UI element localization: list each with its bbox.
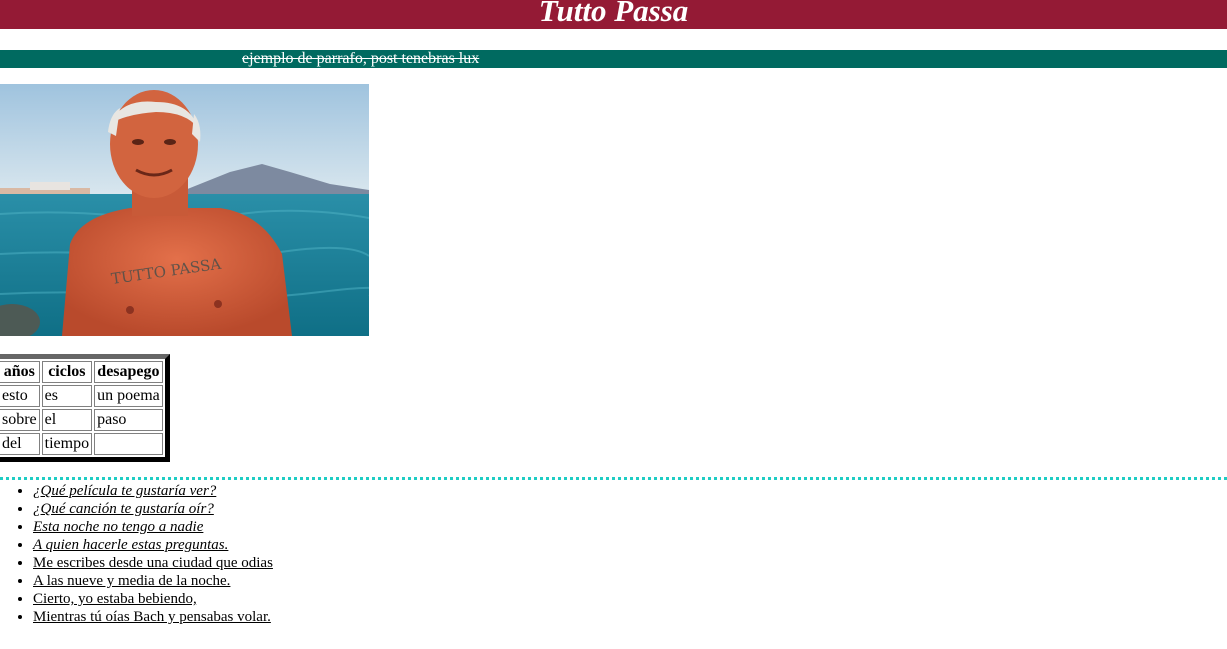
subtitle-bar: ejemplo de parrafo, post tenebras lux xyxy=(0,50,1227,68)
list-item: Mientras tú oías Bach y pensabas volar. xyxy=(33,608,273,626)
list-link[interactable]: A quien hacerle estas preguntas. xyxy=(33,537,228,553)
photo-man-at-sea: TUTTO PASSA xyxy=(0,84,369,336)
table-cell: paso xyxy=(94,409,163,431)
table-cell: es xyxy=(41,385,93,407)
list-link[interactable]: ¿Qué película te gustaría ver? xyxy=(33,483,216,499)
table-cell: esto xyxy=(0,385,40,407)
list-link[interactable]: ¿Qué canción te gustaría oír? xyxy=(33,501,214,517)
subtitle-text: ejemplo de parrafo, post tenebras lux xyxy=(242,50,480,67)
table-row: del tiempo xyxy=(0,433,163,455)
list-item: A las nueve y media de la noche. xyxy=(33,572,273,590)
table-cell: un poema xyxy=(94,385,163,407)
page-title: Tutto Passa xyxy=(538,0,689,28)
table-cell: del xyxy=(0,433,40,455)
table-cell: sobre xyxy=(0,409,40,431)
data-table: años ciclos desapego esto es un poema so… xyxy=(0,354,170,462)
link-list: ¿Qué película te gustaría ver? ¿Qué canc… xyxy=(0,482,273,626)
list-link[interactable]: Esta noche no tengo a nadie xyxy=(33,519,203,535)
table-cell: tiempo xyxy=(41,433,93,455)
table-header-cell: ciclos xyxy=(41,361,93,383)
table-cell: el xyxy=(41,409,93,431)
list-link[interactable]: Cierto, yo estaba bebiendo, xyxy=(33,591,197,607)
list-item: A quien hacerle estas preguntas. xyxy=(33,536,273,554)
table-row: sobre el paso xyxy=(0,409,163,431)
list-item: Me escribes desde una ciudad que odias xyxy=(33,554,273,572)
table-header-cell: desapego xyxy=(94,361,163,383)
list-item: Cierto, yo estaba bebiendo, xyxy=(33,590,273,608)
table-header-row: años ciclos desapego xyxy=(0,361,163,383)
list-item: ¿Qué película te gustaría ver? xyxy=(33,482,273,500)
list-link[interactable]: Me escribes desde una ciudad que odias xyxy=(33,555,273,571)
list-item: ¿Qué canción te gustaría oír? xyxy=(33,500,273,518)
table-header-cell: años xyxy=(0,361,40,383)
table-cell xyxy=(94,433,163,455)
list-link[interactable]: A las nueve y media de la noche. xyxy=(33,573,230,589)
page-header: Tutto Passa xyxy=(0,0,1227,29)
list-item: Esta noche no tengo a nadie xyxy=(33,518,273,536)
table-row: esto es un poema xyxy=(0,385,163,407)
list-link[interactable]: Mientras tú oías Bach y pensabas volar. xyxy=(33,609,271,625)
dotted-divider xyxy=(0,477,1227,480)
